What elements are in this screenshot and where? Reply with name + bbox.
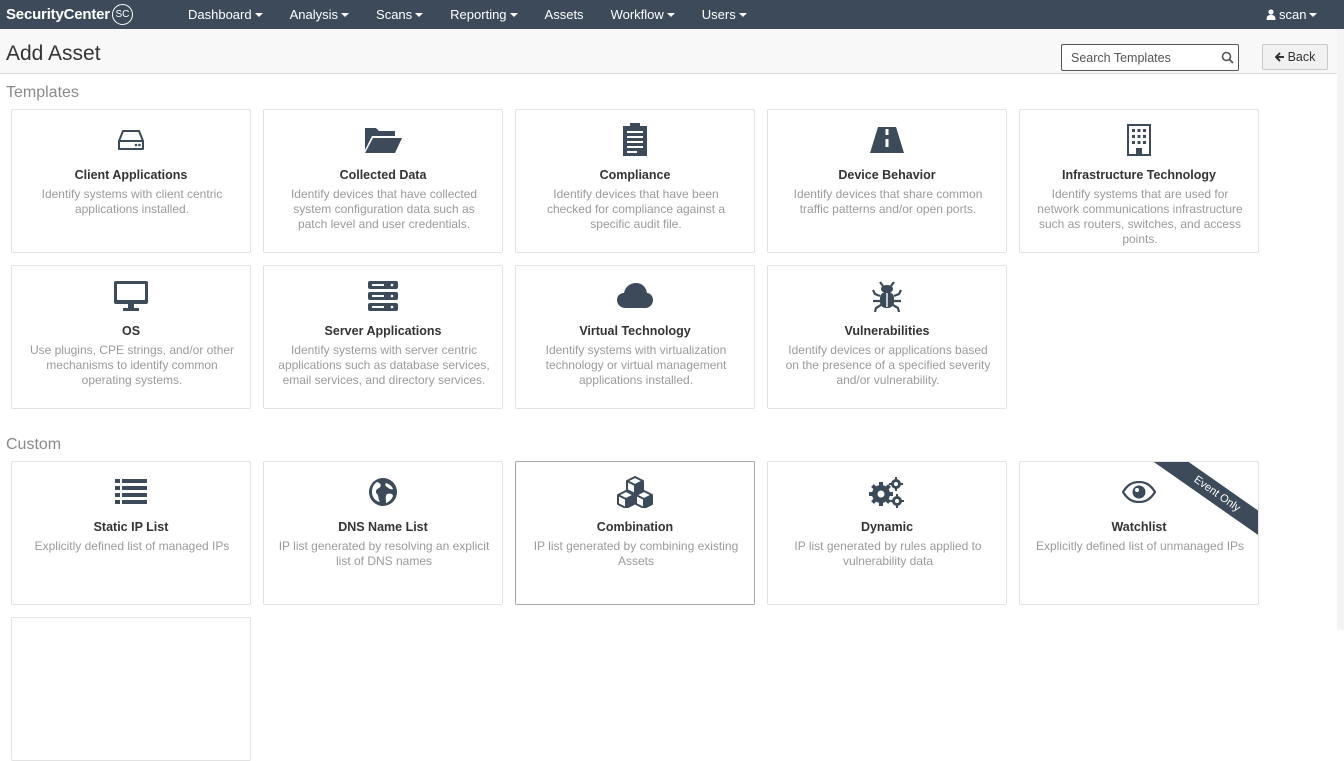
server-icon — [368, 281, 398, 311]
card-description: Identify systems with client centric app… — [41, 187, 223, 216]
caret-down-icon — [509, 12, 518, 17]
custom-card-watchlist[interactable]: Event Only Watchlist Explicitly defined … — [1019, 461, 1259, 605]
custom-heading: Custom — [6, 436, 62, 453]
search-templates — [1061, 44, 1239, 71]
nav-reporting[interactable]: Reporting — [450, 0, 518, 29]
nav-workflow[interactable]: Workflow — [611, 0, 675, 29]
template-card-client-applications[interactable]: Client Applications Identify systems wit… — [11, 109, 251, 253]
card-title: Vulnerabilities — [844, 324, 930, 338]
card-title: Virtual Technology — [579, 324, 691, 338]
nav-label: Assets — [544, 7, 584, 22]
card-title: OS — [121, 324, 141, 338]
card-title: Dynamic — [860, 520, 914, 534]
user-menu[interactable]: scan — [1266, 0, 1318, 29]
user-icon — [1266, 9, 1276, 20]
card-title: Server Applications — [324, 324, 442, 338]
cubes-icon — [617, 476, 653, 508]
back-label: Back — [1287, 50, 1316, 64]
card-description: Explicitly defined list of unmanaged IPs — [1035, 539, 1245, 553]
brand-badge: SC — [111, 4, 133, 25]
custom-card-static-ip-list[interactable]: Static IP List Explicitly defined list o… — [11, 461, 251, 605]
eye-icon — [1122, 481, 1156, 503]
template-card-infrastructure-technology[interactable]: Infrastructure Technology Identify syste… — [1019, 109, 1259, 253]
cloud-icon — [617, 283, 653, 308]
card-title: Combination — [596, 520, 674, 534]
card-title: DNS Name List — [338, 520, 428, 534]
card-description: Identify systems that are used for netwo… — [1037, 187, 1243, 246]
template-card-virtual-technology[interactable]: Virtual Technology Identify systems with… — [515, 265, 755, 409]
card-description: IP list generated by resolving an explic… — [278, 539, 490, 568]
card-title: Watchlist — [1111, 520, 1167, 534]
nav-label: Scans — [376, 7, 413, 22]
nav-label: Users — [701, 7, 736, 22]
nav-users[interactable]: Users — [702, 0, 747, 29]
card-description: Identify devices that share common traff… — [793, 187, 983, 216]
custom-card-dynamic[interactable]: Dynamic IP list generated by rules appli… — [767, 461, 1007, 605]
nav-assets[interactable]: Assets — [545, 0, 584, 29]
page-scrollbar[interactable] — [1337, 29, 1344, 630]
nav-scans[interactable]: Scans — [376, 0, 424, 29]
brand-logo[interactable]: SecurityCenter SC — [6, 4, 133, 25]
caret-down-icon — [738, 12, 747, 17]
templates-heading: Templates — [6, 84, 79, 101]
card-description: Identify devices that have been checked … — [546, 187, 726, 231]
building-icon — [1127, 124, 1151, 156]
user-name: scan — [1279, 7, 1307, 22]
nav-label: Workflow — [610, 7, 664, 22]
template-card-compliance[interactable]: Compliance Identify devices that have be… — [515, 109, 755, 253]
template-card-vulnerabilities[interactable]: Vulnerabilities Identify devices or appl… — [767, 265, 1007, 409]
custom-card-combination[interactable]: Combination IP list generated by combini… — [515, 461, 755, 605]
caret-down-icon — [1309, 12, 1318, 17]
nav-label: Dashboard — [188, 7, 252, 22]
caret-down-icon — [415, 12, 424, 17]
card-description: Explicitly defined list of managed IPs — [34, 539, 230, 553]
card-title: Infrastructure Technology — [1062, 168, 1216, 182]
card-description: Identify devices that have collected sys… — [290, 187, 478, 231]
search-icon[interactable] — [1221, 51, 1234, 64]
brand-name: SecurityCenter — [6, 6, 110, 23]
template-card-device-behavior[interactable]: Device Behavior Identify devices that sh… — [767, 109, 1007, 253]
template-card-collected-data[interactable]: Collected Data Identify devices that hav… — [263, 109, 503, 253]
card-description: Identify devices or applications based o… — [785, 343, 991, 387]
custom-card-dns-name-list[interactable]: DNS Name List IP list generated by resol… — [263, 461, 503, 605]
caret-down-icon — [341, 12, 350, 17]
nav-dashboard[interactable]: Dashboard — [188, 0, 263, 29]
card-description: IP list generated by rules applied to vu… — [794, 539, 982, 568]
nav-analysis[interactable]: Analysis — [289, 0, 350, 29]
card-title: Collected Data — [339, 168, 427, 182]
desktop-icon — [114, 281, 148, 311]
caret-down-icon — [254, 12, 263, 17]
search-input[interactable] — [1062, 45, 1212, 70]
card-description: IP list generated by combining existing … — [533, 539, 739, 568]
cogs-icon — [869, 477, 904, 508]
folder-open-icon — [365, 128, 402, 153]
card-title: Static IP List — [93, 520, 169, 534]
bug-icon — [872, 281, 902, 312]
nav-label: Reporting — [450, 7, 507, 22]
template-card-server-applications[interactable]: Server Applications Identify systems wit… — [263, 265, 503, 409]
list-icon — [115, 479, 147, 504]
card-title: Device Behavior — [838, 168, 936, 182]
page-title: Add Asset — [6, 42, 101, 65]
custom-card-partial[interactable] — [11, 617, 251, 761]
clipboard-icon — [623, 123, 647, 156]
arrow-left-icon — [1274, 52, 1284, 62]
template-card-os[interactable]: OS Use plugins, CPE strings, and/or othe… — [11, 265, 251, 409]
hdd-icon — [118, 130, 144, 150]
top-navbar: SecurityCenter SC Dashboard Analysis Sca… — [0, 0, 1344, 29]
main-nav: Dashboard Analysis Scans Reporting Asset… — [188, 0, 774, 29]
nav-label: Analysis — [289, 7, 339, 22]
card-description: Identify systems with server centric app… — [278, 343, 490, 387]
card-title: Compliance — [599, 168, 671, 182]
caret-down-icon — [666, 12, 675, 17]
road-icon — [870, 127, 904, 153]
globe-icon — [369, 478, 397, 506]
card-description: Use plugins, CPE strings, and/or other m… — [29, 343, 235, 387]
card-description: Identify systems with virtualization tec… — [545, 343, 727, 387]
page-header: Add Asset Back — [0, 29, 1344, 74]
card-title: Client Applications — [74, 168, 188, 182]
back-button[interactable]: Back — [1262, 44, 1328, 70]
